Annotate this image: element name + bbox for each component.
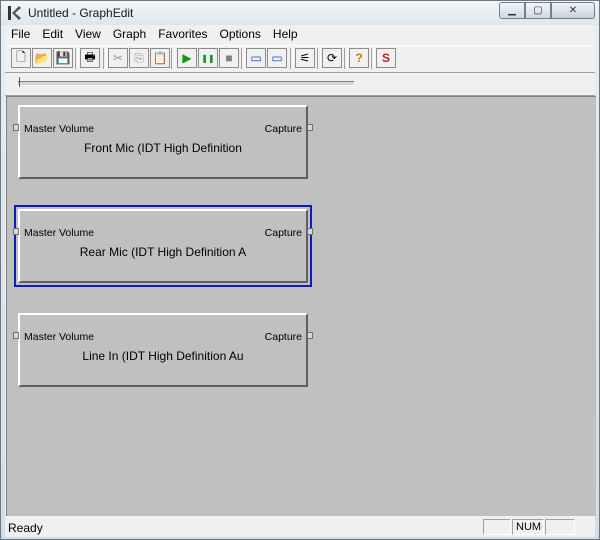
copy-icon: ⎘ [134,50,144,65]
caption-buttons: ▁ ▢ ✕ [499,2,595,20]
help-button[interactable]: ? [349,48,369,68]
output-pin-label: Capture [264,331,302,343]
toolbar-separator [103,48,107,69]
frame-step-button[interactable]: ▭ [267,48,287,68]
toolbar-separator [371,48,375,69]
new-icon: 🗋 [16,49,26,64]
maximize-icon: ▢ [533,5,543,16]
cut-icon: ✂ [112,51,124,65]
paste-icon: 📋 [152,51,168,65]
sync-icon: S [381,51,390,65]
input-pin[interactable] [13,124,19,131]
status-pane-num: NUM [512,519,544,535]
filter-box[interactable]: Master Volume Capture Front Mic (IDT High … [13,105,313,179]
graphedit-app-icon [8,6,21,20]
status-text: Ready [8,521,43,535]
open-icon: 📂 [34,51,50,65]
client-area: File Edit View Graph Favorites Options Help 🗋 📂… [5,25,596,537]
save-button[interactable]: 💾 [53,48,73,68]
menu-favorites[interactable]: Favorites [152,25,213,44]
frame-step-icon: ▭ [271,51,283,65]
filter-name: Rear Mic (IDT High Definition A [79,245,247,259]
copy-button[interactable]: ⎘ [129,48,149,68]
help-icon: ? [355,51,363,65]
filter-graph-canvas[interactable]: Master Volume Capture Front Mic (IDT High … [6,96,596,516]
filter-name: Front Mic (IDT High Definition [84,141,242,155]
stop-icon: ■ [225,51,233,65]
filter-box[interactable]: Master Volume Capture Rear Mic (IDT High D… [13,205,313,287]
status-bar: Ready NUM [5,517,595,537]
play-icon: ▶ [182,51,192,65]
seek-bar [5,73,595,96]
input-pin[interactable] [13,228,19,235]
toolbar-separator [317,48,321,69]
render-file-button[interactable]: ⚟ [295,48,315,68]
paste-button[interactable]: 📋 [150,48,170,68]
close-button[interactable]: ✕ [551,2,595,19]
toolbar-separator [290,48,294,69]
close-icon: ✕ [568,5,578,16]
menu-edit[interactable]: Edit [36,25,69,44]
seek-thumb[interactable] [19,77,22,87]
filter-name: Line In (IDT High Definition Au [82,349,244,363]
play-button[interactable]: ▶ [177,48,197,68]
save-icon: 💾 [55,51,71,65]
output-pin-label: Capture [264,123,302,135]
maximize-button[interactable]: ▢ [525,2,551,19]
menu-graph[interactable]: Graph [107,25,152,44]
input-pin-label: Master Volume [24,331,95,343]
output-pin[interactable] [307,228,313,235]
status-pane-caps [483,519,511,535]
menu-bar: File Edit View Graph Favorites Options Help [5,25,595,44]
render-file-icon: ⚟ [299,51,311,65]
new-button[interactable]: 🗋 [11,48,31,68]
seek-start-button[interactable]: ▭ [246,48,266,68]
input-pin-label: Master Volume [24,123,95,135]
minimize-button[interactable]: ▁ [499,2,525,19]
open-button[interactable]: 📂 [32,48,52,68]
print-button[interactable]: 🖶 [80,48,100,68]
minimize-icon: ▁ [508,5,516,16]
pause-button[interactable]: ❚❚ [198,48,218,68]
status-pane-scroll [545,519,575,535]
refresh-button[interactable]: ⟳ [322,48,342,68]
menu-help[interactable]: Help [267,25,304,44]
input-pin-label: Master Volume [24,227,95,239]
stop-button[interactable]: ■ [219,48,239,68]
toolbar-separator [171,48,175,69]
toolbar-separator [344,48,348,69]
toolbar: 🗋 📂 💾 🖶 ✂ ⎘ 📋 ▶ ❚❚ ■ ▭ ▭ ⚟ ⟳? S [5,45,595,73]
title-bar[interactable]: Untitled - GraphEdit ▁ ▢ ✕ [1,1,599,25]
toolbar-separator [75,48,79,69]
output-pin-label: Capture [264,227,302,239]
filter-box[interactable]: Master Volume Capture Line In (IDT High De… [13,313,313,387]
refresh-icon: ⟳ [326,51,338,65]
menu-view[interactable]: View [69,25,107,44]
input-pin[interactable] [13,332,19,339]
seek-start-icon: ▭ [250,51,262,65]
menu-file[interactable]: File [5,25,36,44]
app-window: Untitled - GraphEdit ▁ ▢ ✕ File Edit View G… [0,0,600,540]
output-pin[interactable] [307,124,313,131]
toolbar-separator [241,48,245,69]
seek-track[interactable] [18,81,354,86]
cut-button[interactable]: ✂ [108,48,128,68]
pause-icon: ❚❚ [201,53,215,63]
print-icon: 🖶 [84,49,96,64]
menu-options[interactable]: Options [214,25,267,44]
output-pin[interactable] [307,332,313,339]
sync-button[interactable]: S [376,48,396,68]
window-title: Untitled - GraphEdit [28,6,134,20]
